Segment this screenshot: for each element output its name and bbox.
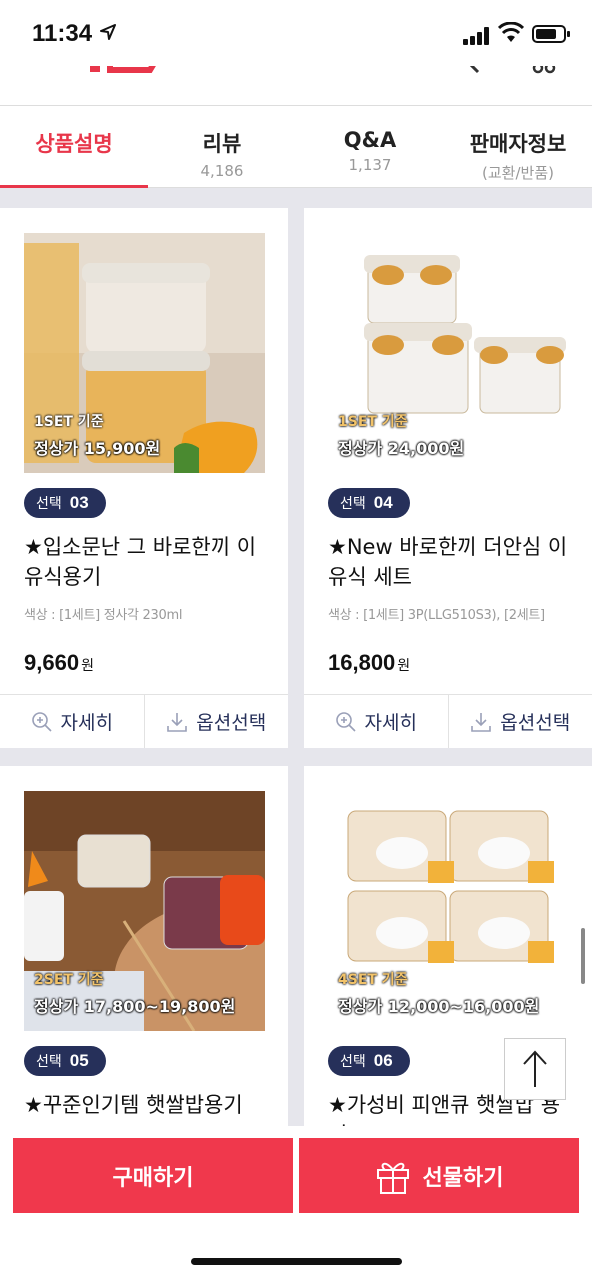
product-card[interactable]: 1SET 기준 정상가 15,900원 선택 03 ★입소문난 그 바로한끼 이유… [0,208,288,748]
detail-button[interactable]: 자세히 [0,695,144,748]
option-select-button[interactable]: 옵션선택 [143,695,289,748]
detail-label: 자세히 [364,712,417,734]
brand-logo [90,66,156,73]
download-icon [167,712,188,732]
badge-number: 04 [373,493,393,512]
gift-button[interactable]: 선물하기 [299,1138,579,1213]
product-image[interactable]: 2SET 기준 정상가 17,800~19,800원 [24,791,265,1031]
tab-sublabel: (교환/반품) [482,164,554,182]
price-value: 16,800 [328,650,396,675]
badge-number: 06 [373,1051,393,1070]
badge-label: 선택 [36,496,62,512]
option-badge: 선택 05 [24,1046,106,1076]
product-card[interactable]: 4SET 기준 정상가 12,000~16,000원 선택 06 ★가성비 피앤큐… [304,766,592,1186]
arrow-up-icon [523,1050,547,1087]
tab-count: 1,137 [348,156,392,174]
option-label: 옵션선택 [500,712,571,734]
product-card[interactable]: 1SET 기준 정상가 24,000원 선택 04 ★New 바로한끼 더안심 이… [304,208,592,748]
product-image[interactable]: 1SET 기준 정상가 15,900원 [24,233,265,473]
app-header [0,66,592,106]
product-title[interactable]: ★New 바로한끼 더안심 이유식 세트 [328,532,578,592]
set-basis: 1SET 기준 [338,414,408,430]
list-price: 정상가 24,000원 [338,439,465,458]
badge-label: 선택 [340,1054,366,1070]
download-icon [471,712,492,732]
tab-label: 판매자정보 [469,132,567,156]
clock: 11:34 [32,20,93,47]
wifi-icon [498,22,524,42]
tab-description[interactable]: 상품설명 [0,106,148,188]
buy-button[interactable]: 구매하기 [13,1138,293,1213]
card-actions: 자세히 옵션선택 [304,694,592,748]
product-image[interactable]: 1SET 기준 정상가 24,000원 [328,233,569,473]
list-price: 정상가 12,000~16,000원 [338,997,540,1016]
product-image[interactable]: 4SET 기준 정상가 12,000~16,000원 [328,791,569,1031]
price-unit: 원 [81,657,94,673]
badge-label: 선택 [340,496,366,512]
set-basis: 2SET 기준 [34,972,104,988]
tab-seller-info[interactable]: 판매자정보 (교환/반품) [444,106,592,187]
product-price: 16,800 원 [328,650,410,676]
product-card[interactable]: 2SET 기준 정상가 17,800~19,800원 선택 05 ★꾸준인기템 햇… [0,766,288,1186]
badge-number: 03 [69,493,89,512]
scroll-top-button[interactable] [504,1038,566,1100]
card-actions: 자세히 옵션선택 [0,694,288,748]
header-icons[interactable] [466,66,556,82]
badge-label: 선택 [36,1054,62,1070]
scrollbar[interactable] [581,928,585,984]
zoom-in-icon [31,711,52,732]
price-value: 9,660 [24,650,80,675]
tab-reviews[interactable]: 리뷰 4,186 [148,106,296,187]
list-price: 정상가 17,800~19,800원 [34,997,236,1016]
product-option: 색상 : [1세트] 정사각 230ml [24,608,183,623]
option-badge: 선택 04 [328,488,410,518]
option-badge: 선택 06 [328,1046,410,1076]
product-price: 9,660 원 [24,650,94,676]
location-arrow-icon [100,24,116,40]
detail-label: 자세히 [60,712,113,734]
option-badge: 선택 03 [24,488,106,518]
tab-label: 리뷰 [202,132,242,156]
option-select-button[interactable]: 옵션선택 [447,695,592,748]
list-price: 정상가 15,900원 [34,439,161,458]
product-title[interactable]: ★꾸준인기템 햇쌀밥용기 [24,1090,274,1120]
set-basis: 4SET 기준 [338,972,408,988]
bottom-action-bar: 구매하기 선물하기 [0,1126,592,1280]
tab-qna[interactable]: Q&A 1,137 [296,106,444,187]
product-option: 색상 : [1세트] 3P(LLG510S3), [2세트] [328,608,545,623]
home-indicator[interactable] [191,1258,402,1265]
detail-button[interactable]: 자세히 [304,695,448,748]
status-bar: 11:34 [0,0,592,66]
tab-count: 4,186 [200,162,244,180]
badge-number: 05 [69,1051,89,1070]
option-label: 옵션선택 [196,712,267,734]
gift-label: 선물하기 [422,1165,504,1191]
product-tabs: 상품설명 리뷰 4,186 Q&A 1,137 판매자정보 (교환/반품) [0,106,592,188]
zoom-in-icon [335,711,356,732]
price-unit: 원 [397,657,411,673]
set-basis: 1SET 기준 [34,414,104,430]
gift-icon [376,1162,409,1194]
cellular-signal-icon [463,27,491,45]
battery-icon [532,25,570,43]
tab-label: Q&A [343,128,397,152]
tab-label: 상품설명 [35,132,113,156]
product-title[interactable]: ★입소문난 그 바로한끼 이유식용기 [24,532,274,592]
